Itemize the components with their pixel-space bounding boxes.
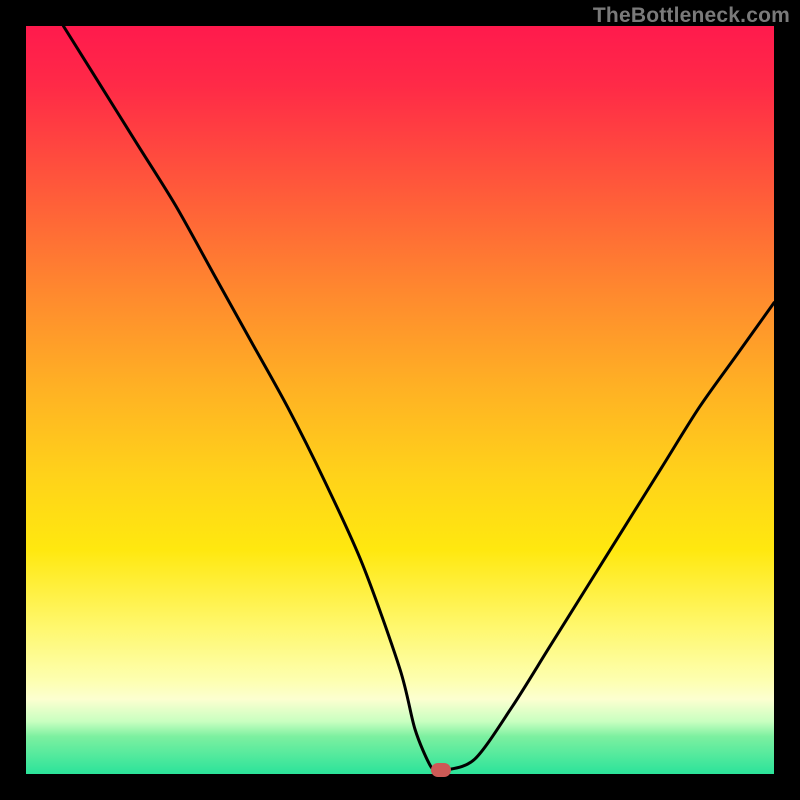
bottleneck-curve xyxy=(26,26,774,774)
minimum-marker xyxy=(431,763,451,777)
watermark-text: TheBottleneck.com xyxy=(593,4,790,28)
curve-path xyxy=(63,26,774,771)
chart-frame: TheBottleneck.com xyxy=(0,0,800,800)
